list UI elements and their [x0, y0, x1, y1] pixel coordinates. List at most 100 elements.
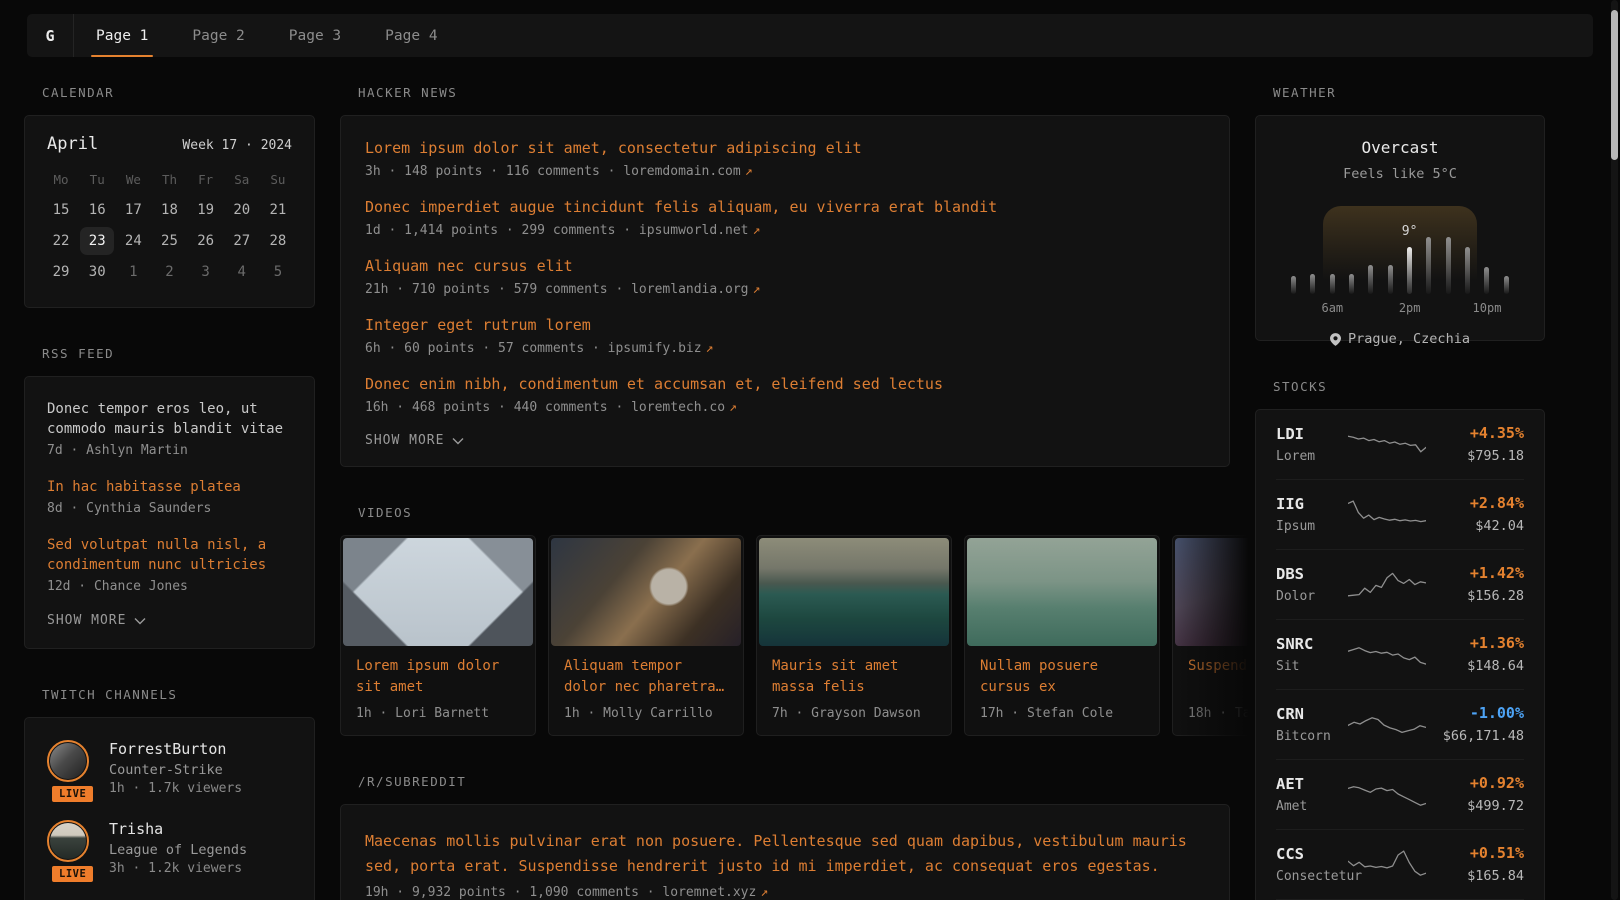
external-link-icon[interactable]: ↗ — [753, 223, 761, 238]
rss-item: Donec tempor eros leo, ut commodo mauris… — [47, 399, 292, 458]
video-card[interactable]: Aliquam tempor dolor nec pharetra…1h · M… — [548, 535, 744, 736]
rss-item-title[interactable]: In hac habitasse platea — [47, 477, 292, 497]
weather-bar — [1310, 274, 1315, 294]
weather-bar-cell — [1477, 198, 1496, 294]
stock-price: $165.84 — [1432, 868, 1524, 884]
weather-location: Prague, Czechia — [1274, 331, 1526, 347]
stock-ticker: IIG — [1276, 495, 1342, 513]
video-card[interactable]: Nullam posuere cursus ex17h · Stefan Col… — [964, 535, 1160, 736]
weather-bar-cell — [1458, 198, 1477, 294]
calendar-day-number: 5 — [261, 258, 295, 286]
calendar-day: 15 — [43, 194, 79, 225]
page-scrollbar-thumb[interactable] — [1611, 10, 1618, 160]
rss-panel: Donec tempor eros leo, ut commodo mauris… — [24, 376, 315, 649]
subreddit-post-title[interactable]: Maecenas mollis pulvinar erat non posuer… — [365, 829, 1205, 879]
video-title: Nullam posuere cursus ex — [965, 656, 1159, 698]
tab-page-1[interactable]: Page 1 — [74, 14, 170, 57]
calendar-day-number: 18 — [152, 196, 186, 224]
calendar-day: 2 — [151, 256, 187, 287]
live-badge: LIVE — [50, 784, 95, 804]
hn-item: Lorem ipsum dolor sit amet, consectetur … — [365, 138, 1205, 179]
hn-item-meta: 16h · 468 points · 440 comments · loremt… — [365, 400, 1205, 415]
rss-item: In hac habitasse platea 8d · Cynthia Saun… — [47, 477, 292, 516]
external-link-icon[interactable]: ↗ — [745, 164, 753, 179]
stock-sparkline — [1348, 778, 1426, 810]
calendar-day-number: 2 — [152, 258, 186, 286]
subreddit-panel: Maecenas mollis pulvinar erat non posuer… — [340, 804, 1230, 900]
calendar-day-number: 22 — [44, 227, 78, 255]
hn-item-title[interactable]: Aliquam nec cursus elit — [365, 256, 1205, 277]
hn-item-title[interactable]: Lorem ipsum dolor sit amet, consectetur … — [365, 138, 1205, 159]
stock-name: Dolor — [1276, 589, 1342, 604]
hn-item-title[interactable]: Donec imperdiet augue tincidunt felis al… — [365, 197, 1205, 218]
tab-page-2[interactable]: Page 2 — [170, 14, 266, 57]
stock-values: +2.84%$42.04 — [1432, 494, 1524, 534]
stock-sparkline — [1348, 638, 1426, 670]
stock-row[interactable]: CCSConsectetur+0.51%$165.84 — [1276, 829, 1524, 899]
calendar-day-number: 21 — [261, 196, 295, 224]
stock-row[interactable]: AETAmet+0.92%$499.72 — [1276, 759, 1524, 829]
tab-page-3[interactable]: Page 3 — [267, 14, 363, 57]
calendar-day: 16 — [79, 194, 115, 225]
twitch-channel-name[interactable]: Trisha — [109, 820, 247, 838]
show-more-button[interactable]: SHOW MORE — [365, 433, 1205, 448]
stock-values: +1.42%$156.28 — [1432, 564, 1524, 604]
stock-row[interactable]: LDILorem+4.35%$795.18 — [1276, 410, 1524, 479]
hn-item-meta-text: 1d · 1,414 points · 299 comments · ipsum… — [365, 223, 749, 238]
time-label: 2pm — [1399, 301, 1421, 315]
stock-sparkline — [1348, 708, 1426, 740]
weekday-label: Th — [151, 164, 187, 194]
stock-change: +0.51% — [1432, 844, 1524, 862]
weather-bar — [1465, 247, 1470, 294]
stock-row[interactable]: SNRCSit+1.36%$148.64 — [1276, 619, 1524, 689]
hn-item-title[interactable]: Integer eget rutrum lorem — [365, 315, 1205, 336]
weather-section-title: WEATHER — [1273, 85, 1545, 100]
tab-page-4[interactable]: Page 4 — [363, 14, 459, 57]
stock-row[interactable]: IIGIpsum+2.84%$42.04 — [1276, 479, 1524, 549]
stock-sparkline — [1348, 498, 1426, 530]
weather-bar-cell — [1497, 198, 1516, 294]
calendar-day-number: 17 — [116, 196, 150, 224]
twitch-avatar-wrap: LIVE — [47, 740, 93, 796]
subreddit-post-meta: 19h · 9,932 points · 1,090 comments · lo… — [365, 885, 1205, 900]
twitch-channel-row[interactable]: LIVETrishaLeague of Legends3h · 1.2k vie… — [47, 820, 292, 876]
right-column: WEATHER Overcast Feels like 5°C 9° 6am2p… — [1255, 85, 1545, 900]
hacker-news-section-title: HACKER NEWS — [358, 85, 1230, 100]
external-link-icon[interactable]: ↗ — [753, 282, 761, 297]
stock-price: $499.72 — [1432, 798, 1524, 814]
avatar — [47, 820, 89, 862]
twitch-channel-meta: 3h · 1.2k viewers — [109, 861, 247, 876]
stock-price: $795.18 — [1432, 448, 1524, 464]
rss-item-title[interactable]: Donec tempor eros leo, ut commodo mauris… — [47, 399, 292, 439]
location-pin-icon — [1330, 333, 1341, 346]
weather-bar-current — [1407, 247, 1412, 294]
hn-item: Integer eget rutrum lorem6h · 60 points … — [365, 315, 1205, 356]
calendar-day: 24 — [115, 225, 151, 256]
weekday-label: Mo — [43, 164, 79, 194]
video-thumbnail — [967, 538, 1157, 646]
video-card[interactable]: Mauris sit amet massa felis7h · Grayson … — [756, 535, 952, 736]
page-tabs: Page 1Page 2Page 3Page 4 — [74, 14, 460, 57]
twitch-channel-row[interactable]: LIVEForrestBurtonCounter-Strike1h · 1.7k… — [47, 740, 292, 796]
middle-column: HACKER NEWS Lorem ipsum dolor sit amet, … — [340, 85, 1230, 900]
stock-name: Sit — [1276, 659, 1342, 674]
stock-row[interactable]: CRNBitcorn-1.00%$66,171.48 — [1276, 689, 1524, 759]
stock-id: AETAmet — [1276, 775, 1342, 814]
video-card[interactable]: Lorem ipsum dolor sit amet consectetu…1h… — [340, 535, 536, 736]
calendar-day: 29 — [43, 256, 79, 287]
hn-item-title[interactable]: Donec enim nibh, condimentum et accumsan… — [365, 374, 1205, 395]
rss-item-meta: 8d · Cynthia Saunders — [47, 501, 292, 516]
hn-item-meta: 21h · 710 points · 579 comments · loreml… — [365, 282, 1205, 297]
twitch-channel-name[interactable]: ForrestBurton — [109, 740, 242, 758]
external-link-icon[interactable]: ↗ — [706, 341, 714, 356]
rss-item-title[interactable]: Sed volutpat nulla nisl, a condimentum n… — [47, 535, 292, 575]
twitch-channel-game: League of Legends — [109, 842, 247, 858]
external-link-icon[interactable]: ↗ — [729, 400, 737, 415]
logo[interactable]: G — [27, 14, 73, 57]
chevron-down-icon — [452, 437, 464, 445]
stock-row[interactable]: DBSDolor+1.42%$156.28 — [1276, 549, 1524, 619]
external-link-icon[interactable]: ↗ — [760, 885, 768, 900]
show-more-button[interactable]: SHOW MORE — [47, 613, 292, 628]
stock-ticker: SNRC — [1276, 635, 1342, 653]
hn-item: Aliquam nec cursus elit 21h · 710 points … — [365, 256, 1205, 297]
